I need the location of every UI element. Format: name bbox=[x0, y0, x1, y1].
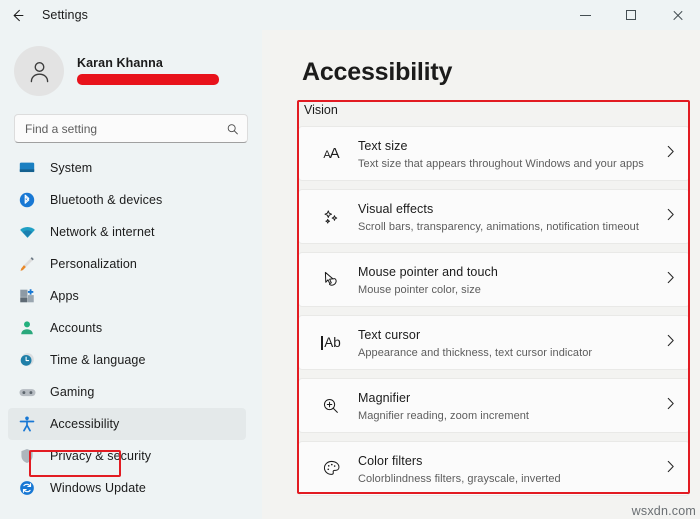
sidebar-item-label: Accounts bbox=[50, 321, 103, 335]
card-subtitle: Colorblindness filters, grayscale, inver… bbox=[358, 473, 561, 485]
mouse-pointer-touch-icon bbox=[316, 269, 346, 290]
sidebar-item-accounts[interactable]: Accounts bbox=[8, 312, 246, 344]
card-subtitle: Appearance and thickness, text cursor in… bbox=[358, 347, 593, 359]
card-title: Visual effects bbox=[358, 202, 434, 216]
settings-window: Settings Karan Khanna Find a setting Sys… bbox=[0, 0, 700, 519]
sidebar-item-label: Personalization bbox=[50, 257, 137, 271]
card-text: Magnifier Magnifier reading, zoom increm… bbox=[358, 389, 529, 422]
sidebar-item-windows-update[interactable]: Windows Update bbox=[8, 472, 246, 504]
page-title: Accessibility bbox=[302, 58, 453, 86]
sidebar-item-label: Network & internet bbox=[50, 225, 155, 239]
card-subtitle: Text size that appears throughout Window… bbox=[358, 158, 644, 170]
card-text: Visual effects Scroll bars, transparency… bbox=[358, 200, 639, 233]
card-title: Magnifier bbox=[358, 391, 411, 405]
sidebar-item-label: Bluetooth & devices bbox=[50, 193, 163, 207]
sidebar-item-label: Apps bbox=[50, 289, 79, 303]
profile-text: Karan Khanna bbox=[77, 56, 219, 87]
chevron-right-icon[interactable] bbox=[666, 208, 675, 226]
text-size-aa-icon: AA bbox=[323, 145, 339, 162]
close-button[interactable] bbox=[654, 0, 700, 30]
sidebar-item-label: System bbox=[50, 161, 93, 175]
card-subtitle: Magnifier reading, zoom increment bbox=[358, 410, 530, 422]
sidebar-item-privacy-security[interactable]: Privacy & security bbox=[8, 440, 246, 472]
title-bar: Settings bbox=[0, 0, 700, 30]
maximize-button[interactable] bbox=[608, 0, 654, 30]
sparkles-icon bbox=[316, 207, 346, 227]
sidebar-item-network-internet[interactable]: Network & internet bbox=[8, 216, 246, 248]
search-input[interactable] bbox=[15, 115, 247, 142]
account-person-icon bbox=[16, 317, 38, 339]
maximize-icon bbox=[626, 10, 636, 20]
sidebar-item-label: Gaming bbox=[50, 385, 95, 399]
card-subtitle: Mouse pointer color, size bbox=[358, 284, 481, 296]
sidebar-item-system[interactable]: System bbox=[8, 152, 246, 184]
search-icon bbox=[226, 122, 239, 135]
watermark: wsxdn.com bbox=[631, 504, 696, 518]
settings-card-magnifier[interactable]: Magnifier Magnifier reading, zoom increm… bbox=[298, 378, 690, 433]
section-label-vision: Vision bbox=[304, 103, 338, 117]
user-profile[interactable]: Karan Khanna bbox=[0, 30, 262, 104]
minimize-icon bbox=[579, 14, 591, 16]
chevron-right-icon[interactable] bbox=[666, 334, 675, 352]
search-container bbox=[0, 104, 262, 143]
apps-icon bbox=[16, 285, 38, 307]
sidebar-item-gaming[interactable]: Gaming bbox=[8, 376, 246, 408]
shield-icon bbox=[16, 445, 38, 467]
sidebar: Karan Khanna Find a setting System Bluet… bbox=[0, 30, 262, 519]
back-button[interactable] bbox=[0, 0, 34, 30]
card-subtitle: Scroll bars, transparency, animations, n… bbox=[358, 221, 639, 233]
card-title: Text size bbox=[358, 139, 408, 153]
magnifier-plus-icon bbox=[316, 396, 346, 416]
search-box[interactable] bbox=[14, 114, 248, 143]
gamepad-icon bbox=[16, 381, 38, 403]
update-refresh-icon bbox=[16, 477, 38, 499]
sidebar-nav: System Bluetooth & devices Network & int… bbox=[0, 152, 262, 504]
close-icon bbox=[672, 10, 683, 21]
sidebar-item-label: Windows Update bbox=[50, 481, 146, 495]
settings-card-visual-effects[interactable]: Visual effects Scroll bars, transparency… bbox=[298, 189, 690, 244]
card-title: Text cursor bbox=[358, 328, 421, 342]
sidebar-item-time-language[interactable]: Time & language bbox=[8, 344, 246, 376]
settings-card-mouse-pointer-touch[interactable]: Mouse pointer and touch Mouse pointer co… bbox=[298, 252, 690, 307]
chevron-right-icon[interactable] bbox=[666, 397, 675, 415]
monitor-icon bbox=[16, 157, 38, 179]
profile-email-redacted bbox=[77, 73, 219, 85]
paintbrush-icon bbox=[16, 253, 38, 275]
wifi-icon bbox=[16, 221, 38, 243]
sidebar-item-label: Time & language bbox=[50, 353, 146, 367]
sidebar-item-personalization[interactable]: Personalization bbox=[8, 248, 246, 280]
minimize-button[interactable] bbox=[562, 0, 608, 30]
sidebar-item-bluetooth-devices[interactable]: Bluetooth & devices bbox=[8, 184, 246, 216]
card-text: Color filters Colorblindness filters, gr… bbox=[358, 452, 561, 485]
sidebar-item-accessibility[interactable]: Accessibility bbox=[8, 408, 246, 440]
text-cursor-ab-icon: Ab bbox=[316, 335, 346, 350]
color-palette-icon bbox=[316, 458, 346, 479]
sidebar-item-label: Accessibility bbox=[50, 417, 120, 431]
bluetooth-icon bbox=[16, 189, 38, 211]
card-text: Mouse pointer and touch Mouse pointer co… bbox=[358, 263, 498, 296]
chevron-right-icon[interactable] bbox=[666, 271, 675, 289]
chevron-right-icon[interactable] bbox=[666, 460, 675, 478]
accessibility-person-icon bbox=[16, 413, 38, 435]
main-content: Accessibility Vision AA Text size Text s… bbox=[262, 30, 700, 519]
card-text: Text cursor Appearance and thickness, te… bbox=[358, 326, 592, 359]
settings-card-text-size[interactable]: AA Text size Text size that appears thro… bbox=[298, 126, 690, 181]
avatar bbox=[14, 46, 64, 96]
card-title: Color filters bbox=[358, 454, 423, 468]
card-text: Text size Text size that appears through… bbox=[358, 137, 644, 170]
chevron-right-icon[interactable] bbox=[666, 145, 675, 163]
settings-card-color-filters[interactable]: Color filters Colorblindness filters, gr… bbox=[298, 441, 690, 496]
settings-card-text-cursor[interactable]: Ab Text cursor Appearance and thickness,… bbox=[298, 315, 690, 370]
sidebar-item-label: Privacy & security bbox=[50, 449, 152, 463]
sidebar-item-apps[interactable]: Apps bbox=[8, 280, 246, 312]
profile-name: Karan Khanna bbox=[77, 55, 163, 70]
person-avatar-icon bbox=[30, 61, 48, 82]
clock-icon bbox=[16, 349, 38, 371]
window-controls bbox=[562, 0, 700, 30]
card-title: Mouse pointer and touch bbox=[358, 265, 498, 279]
settings-card-list: AA Text size Text size that appears thro… bbox=[262, 126, 700, 496]
window-title: Settings bbox=[42, 8, 88, 22]
back-arrow-icon bbox=[13, 9, 23, 21]
